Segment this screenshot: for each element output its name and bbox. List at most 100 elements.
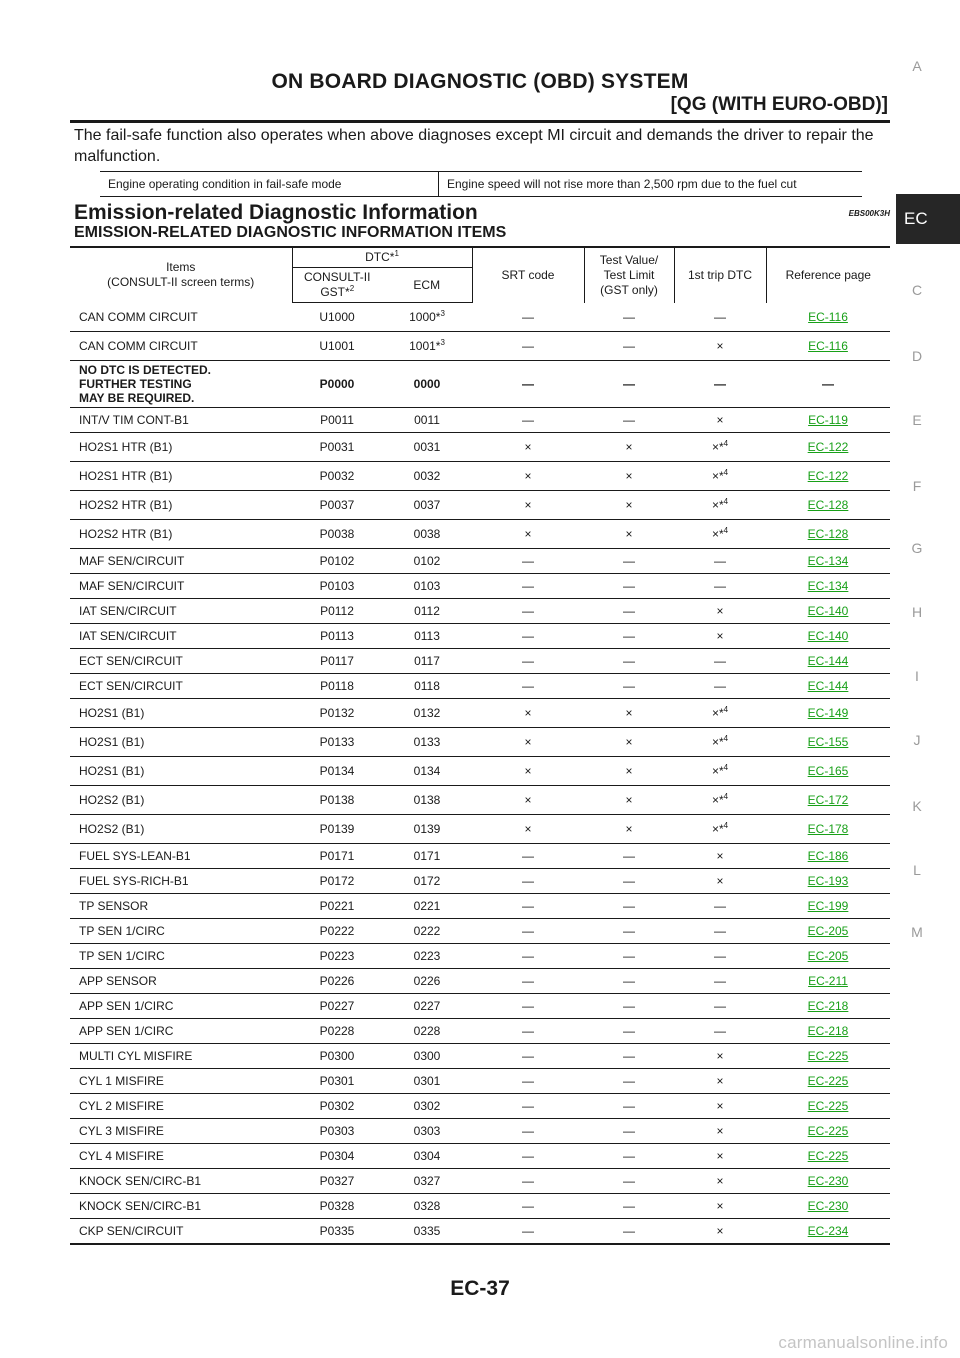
side-index-letter[interactable]: C <box>896 282 938 298</box>
cell-srt: × <box>472 490 585 520</box>
side-index-letter[interactable]: L <box>896 862 938 878</box>
cell-first-trip-value: ×* <box>711 527 724 541</box>
cell-reference: EC-230 <box>766 1168 891 1194</box>
cell-reference: EC-211 <box>766 968 891 994</box>
cell-first-trip-value: × <box>716 339 724 353</box>
cell-first-trip: × <box>674 868 767 894</box>
reference-link[interactable]: EC-178 <box>808 822 849 836</box>
side-index-letter[interactable]: K <box>896 798 938 814</box>
cell-ecm-value: 0228 <box>413 1024 441 1038</box>
cell-ecm-value: 0301 <box>413 1074 441 1088</box>
side-index-letter[interactable]: A <box>896 58 938 74</box>
side-index-letter[interactable]: J <box>896 732 938 748</box>
cell-item: APP SEN 1/CIRC <box>70 993 292 1019</box>
reference-link[interactable]: EC-186 <box>808 849 849 863</box>
cell-ecm-note: 3 <box>440 338 445 347</box>
cell-first-trip-value: × <box>716 1149 724 1163</box>
reference-link[interactable]: EC-144 <box>808 654 849 668</box>
cell-ecm-code: 0000 <box>382 360 473 408</box>
table-row: CYL 2 MISFIRE P0302 0302 — — × EC-225 <box>70 1093 891 1119</box>
cell-consult-code: P0227 <box>292 993 382 1019</box>
cell-ecm-value: 0172 <box>413 874 441 888</box>
reference-link[interactable]: EC-211 <box>808 974 848 988</box>
reference-link[interactable]: EC-205 <box>808 949 849 963</box>
cell-srt: — <box>472 1068 585 1094</box>
table-row: NO DTC IS DETECTED. FURTHER TESTING MAY BE… <box>70 360 891 408</box>
side-index-letter[interactable]: D <box>896 348 938 364</box>
cell-ecm-code: 0327 <box>382 1168 473 1194</box>
cell-consult-code: P0304 <box>292 1143 382 1169</box>
table-row: FUEL SYS-RICH-B1 P0172 0172 — — × EC-193 <box>70 868 891 894</box>
reference-link[interactable]: EC-225 <box>808 1149 849 1163</box>
cell-item: CYL 1 MISFIRE <box>70 1068 292 1094</box>
side-index-letter[interactable]: E <box>896 412 938 428</box>
reference-link[interactable]: EC-225 <box>808 1124 849 1138</box>
side-index-letter[interactable]: H <box>896 604 938 620</box>
reference-link[interactable]: EC-140 <box>808 629 849 643</box>
reference-link[interactable]: EC-234 <box>808 1224 849 1238</box>
reference-link[interactable]: EC-134 <box>808 554 849 568</box>
reference-link[interactable]: EC-225 <box>808 1074 849 1088</box>
cell-test-value: — <box>584 993 675 1019</box>
reference-link[interactable]: EC-225 <box>808 1049 849 1063</box>
side-index-letter[interactable]: I <box>896 668 938 684</box>
cell-first-trip-value: — <box>714 309 727 324</box>
header-items-line2: (CONSULT-II screen terms) <box>107 275 255 290</box>
cell-reference: EC-140 <box>766 623 891 649</box>
cell-consult-code: P0172 <box>292 868 382 894</box>
cell-first-trip: — <box>674 943 767 969</box>
table-row: KNOCK SEN/CIRC-B1 P0327 0327 — — × EC-230 <box>70 1168 891 1194</box>
side-index-letter[interactable]: G <box>896 540 938 556</box>
cell-consult-code: P0223 <box>292 943 382 969</box>
header-consult: CONSULT-II GST*2 <box>291 267 382 303</box>
reference-link[interactable]: EC-122 <box>808 469 849 483</box>
cell-consult-code: P0133 <box>292 727 382 757</box>
side-tab-active[interactable]: EC <box>896 194 960 244</box>
reference-link[interactable]: EC-199 <box>808 899 849 913</box>
cell-srt: — <box>472 598 585 624</box>
reference-link[interactable]: EC-149 <box>808 706 849 720</box>
cell-consult-code: P0132 <box>292 698 382 728</box>
cell-item: KNOCK SEN/CIRC-B1 <box>70 1193 292 1219</box>
reference-link[interactable]: EC-165 <box>808 764 849 778</box>
reference-link[interactable]: EC-205 <box>808 924 849 938</box>
cell-ecm-code: 0113 <box>382 623 473 649</box>
cell-ecm-code: 0302 <box>382 1093 473 1119</box>
reference-link[interactable]: EC-193 <box>808 874 849 888</box>
cell-srt: × <box>472 814 585 844</box>
reference-link[interactable]: EC-155 <box>808 735 849 749</box>
side-index-letter[interactable]: M <box>896 924 938 940</box>
cell-ecm-value: 0134 <box>413 764 441 778</box>
reference-link[interactable]: EC-172 <box>808 793 849 807</box>
reference-link[interactable]: EC-230 <box>808 1174 849 1188</box>
reference-link[interactable]: EC-225 <box>808 1099 849 1113</box>
reference-link[interactable]: EC-128 <box>808 498 849 512</box>
reference-link[interactable]: EC-122 <box>808 440 849 454</box>
dtc-table: Items (CONSULT-II screen terms) DTC*1 SR… <box>70 246 891 1245</box>
side-index-letter[interactable]: F <box>896 478 938 494</box>
reference-link[interactable]: EC-119 <box>808 413 848 427</box>
cell-ecm-value: 0222 <box>413 924 441 938</box>
cell-item: MAF SEN/CIRCUIT <box>70 573 292 599</box>
reference-link[interactable]: EC-134 <box>808 579 849 593</box>
reference-link[interactable]: EC-128 <box>808 527 849 541</box>
reference-link[interactable]: EC-140 <box>808 604 849 618</box>
reference-link[interactable]: EC-116 <box>808 339 848 353</box>
reference-link[interactable]: EC-218 <box>808 1024 849 1038</box>
cell-reference: EC-218 <box>766 993 891 1019</box>
cell-reference: EC-225 <box>766 1143 891 1169</box>
section-code: EBS00K3H <box>848 209 890 218</box>
reference-link[interactable]: EC-218 <box>808 999 849 1013</box>
cell-consult-code: P0138 <box>292 785 382 815</box>
cell-srt: — <box>472 360 585 408</box>
table-row: CKP SEN/CIRCUIT P0335 0335 — — × EC-234 <box>70 1218 891 1245</box>
cell-item: CYL 4 MISFIRE <box>70 1143 292 1169</box>
cell-first-trip: × <box>674 1068 767 1094</box>
cell-reference: EC-128 <box>766 519 891 549</box>
cell-first-trip: — <box>674 673 767 699</box>
cell-test-value: — <box>584 302 675 332</box>
cell-first-trip-value: — <box>714 579 727 593</box>
reference-link[interactable]: EC-230 <box>808 1199 849 1213</box>
reference-link[interactable]: EC-116 <box>808 310 848 324</box>
reference-link[interactable]: EC-144 <box>808 679 849 693</box>
